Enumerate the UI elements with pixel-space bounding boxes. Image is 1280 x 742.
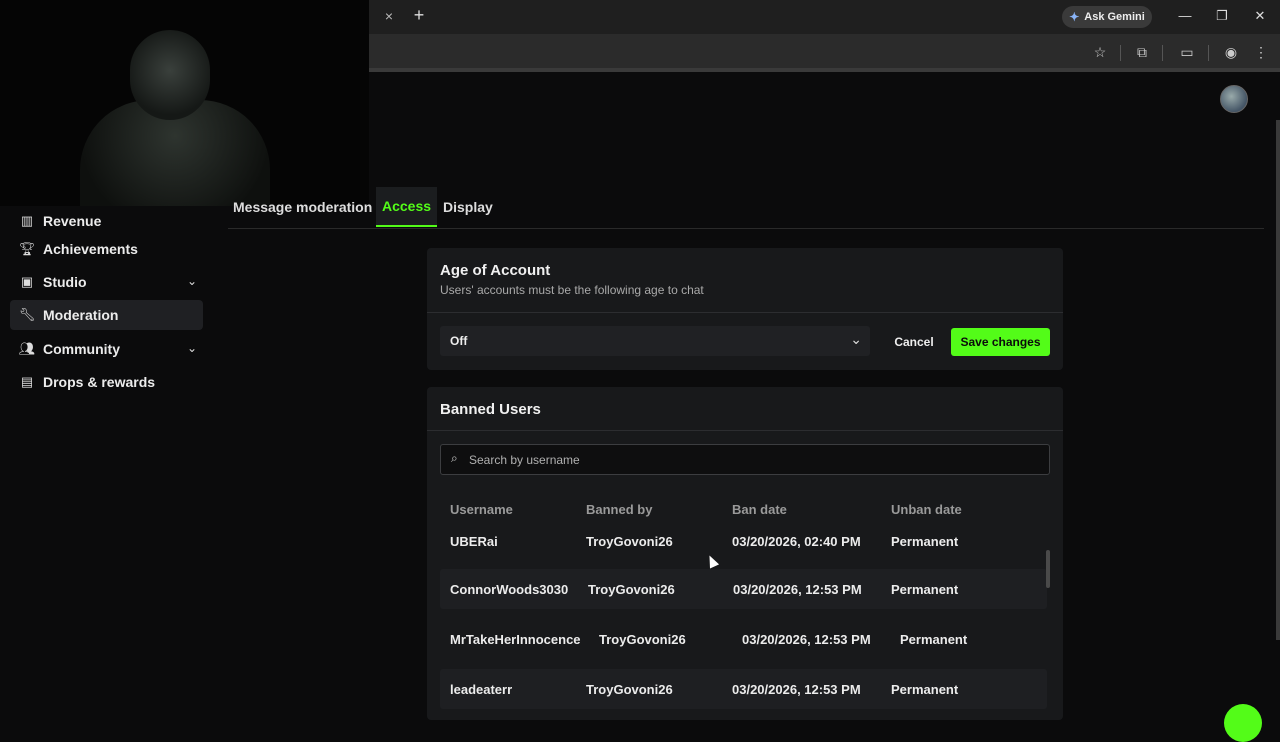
cell-banned-by: TroyGovoni26 xyxy=(588,582,675,597)
toolbar-divider xyxy=(1162,45,1163,61)
sidebar-item-label: Moderation xyxy=(43,307,119,323)
wrench-icon: 🔧︎ xyxy=(18,307,36,322)
divider xyxy=(427,430,1063,431)
toolbar-divider xyxy=(1120,45,1121,61)
card-title: Banned Users xyxy=(440,401,541,418)
table-row[interactable]: UBERai TroyGovoni26 03/20/2026, 02:40 PM… xyxy=(440,520,1047,560)
chevron-down-icon[interactable]: ⌄ xyxy=(187,341,197,355)
new-tab-icon[interactable]: + xyxy=(410,5,428,25)
sidebar-item-community[interactable]: 👥︎ Community ⌄ xyxy=(10,334,203,364)
cell-unban-date: Permanent xyxy=(891,682,959,697)
column-header-unban-date[interactable]: Unban date xyxy=(891,502,962,517)
cell-banned-by: TroyGovoni26 xyxy=(586,534,673,549)
sidebar-item-label: Achievements xyxy=(43,241,138,257)
cell-unban-date: Permanent xyxy=(900,632,968,647)
tab-message-moderation[interactable]: Message moderation xyxy=(233,187,372,227)
page-scrollbar[interactable] xyxy=(1276,120,1280,640)
card-subtitle: Users' accounts must be the following ag… xyxy=(440,283,704,297)
cell-banned-by: TroyGovoni26 xyxy=(586,682,673,697)
sidebar-item-studio[interactable]: ▣ Studio ⌄ xyxy=(10,267,203,297)
studio-icon: ▣ xyxy=(20,274,34,289)
column-header-banned-by[interactable]: Banned by xyxy=(586,502,652,517)
sidebar-item-label: Drops & rewards xyxy=(43,374,156,390)
cell-banned-by: TroyGovoni26 xyxy=(599,632,686,647)
table-row[interactable]: MrTakeHerInnocence TroyGovoni26 03/20/20… xyxy=(440,619,1047,659)
profile-icon[interactable]: ◉ xyxy=(1221,44,1241,62)
star-icon[interactable]: ☆ xyxy=(1090,44,1110,62)
table-row[interactable]: leadeaterr TroyGovoni26 03/20/2026, 12:5… xyxy=(440,669,1047,709)
table-scrollbar[interactable] xyxy=(1046,550,1050,588)
chevron-down-icon: ⌄ xyxy=(850,331,862,347)
cell-unban-date: Permanent xyxy=(891,582,959,597)
search-input[interactable] xyxy=(467,448,1041,471)
column-header-username[interactable]: Username xyxy=(450,502,513,517)
restore-icon[interactable]: ❐ xyxy=(1211,8,1233,26)
revenue-icon: ▥ xyxy=(20,213,34,228)
gemini-icon: ✦ xyxy=(1069,10,1080,24)
table-row[interactable]: ConnorWoods3030 TroyGovoni26 03/20/2026,… xyxy=(440,569,1047,609)
sidebar-item-label: Community xyxy=(43,341,120,357)
sidebar-item-label: Studio xyxy=(43,274,87,290)
minimize-icon[interactable]: — xyxy=(1174,8,1196,26)
account-age-select[interactable]: Off ⌄ xyxy=(440,326,870,356)
community-icon: 👥︎ xyxy=(18,341,36,356)
tab-close-icon[interactable]: × xyxy=(382,8,396,24)
cancel-button[interactable]: Cancel xyxy=(884,328,944,356)
column-header-ban-date[interactable]: Ban date xyxy=(732,502,787,517)
webcam-person-head xyxy=(130,30,210,120)
cell-username: UBERai xyxy=(450,534,498,549)
divider xyxy=(427,312,1063,313)
sidebar-item-moderation[interactable]: 🔧︎ Moderation xyxy=(10,300,203,330)
page-load-bar xyxy=(368,68,1280,72)
banned-users-card: Banned Users ⌕ Username Banned by Ban da… xyxy=(427,387,1063,720)
tab-access[interactable]: Access xyxy=(376,187,438,227)
age-of-account-card: Age of Account Users' accounts must be t… xyxy=(427,248,1063,370)
card-title: Age of Account xyxy=(440,262,551,279)
cell-username: ConnorWoods3030 xyxy=(450,582,569,597)
sidebar-item-revenue[interactable]: ▥ Revenue xyxy=(10,206,203,236)
help-chat-button[interactable] xyxy=(1224,704,1262,742)
cast-icon[interactable]: ▭ xyxy=(1177,44,1197,62)
cell-ban-date: 03/20/2026, 12:53 PM xyxy=(742,632,871,647)
search-field: ⌕ xyxy=(440,444,1050,475)
cell-ban-date: 03/20/2026, 12:53 PM xyxy=(732,682,861,697)
select-value: Off xyxy=(450,334,468,348)
ask-gemini-label: Ask Gemini xyxy=(1084,11,1145,23)
close-window-icon[interactable]: ✕ xyxy=(1249,8,1271,26)
tab-display[interactable]: Display xyxy=(443,187,493,227)
drops-icon: ▤ xyxy=(20,374,34,389)
cell-unban-date: Permanent xyxy=(891,534,959,549)
moderation-tabs: Message moderation Access Display xyxy=(228,187,1264,229)
sidebar-item-achievements[interactable]: 🏆︎ Achievements xyxy=(10,234,203,264)
save-changes-button[interactable]: Save changes xyxy=(951,328,1050,356)
sidebar-item-label: Revenue xyxy=(43,213,102,229)
chevron-down-icon[interactable]: ⌄ xyxy=(187,274,197,288)
cell-username: MrTakeHerInnocence xyxy=(450,632,581,647)
cell-ban-date: 03/20/2026, 12:53 PM xyxy=(733,582,862,597)
ask-gemini-button[interactable]: ✦ Ask Gemini xyxy=(1062,6,1152,28)
trophy-icon: 🏆︎ xyxy=(18,241,36,256)
cell-username: leadeaterr xyxy=(450,682,513,697)
menu-icon[interactable]: ⋮ xyxy=(1251,44,1271,62)
search-icon: ⌕ xyxy=(451,451,458,465)
sidebar-item-drops-rewards[interactable]: ▤ Drops & rewards xyxy=(10,367,203,397)
toolbar-divider xyxy=(1208,45,1209,61)
avatar[interactable] xyxy=(1220,85,1248,113)
webcam-overlay xyxy=(0,0,369,206)
extensions-icon[interactable]: ⧉ xyxy=(1132,44,1152,62)
cell-ban-date: 03/20/2026, 02:40 PM xyxy=(732,534,861,549)
